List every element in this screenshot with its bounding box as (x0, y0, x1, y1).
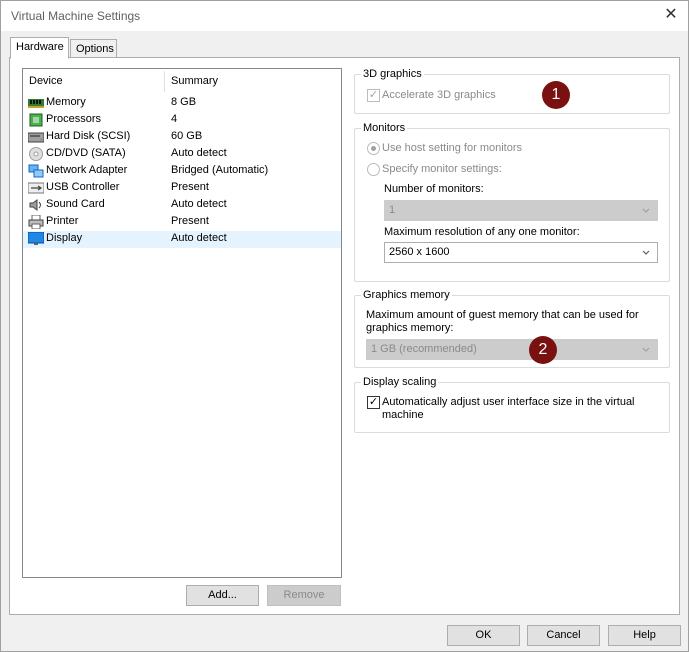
auto-adjust-ui-label-line2: machine (382, 409, 424, 421)
hard-disk-icon (28, 132, 44, 143)
max-resolution-value: 2560 x 1600 (389, 246, 450, 258)
chevron-down-icon (642, 250, 650, 255)
use-host-setting-label: Use host setting for monitors (382, 142, 523, 154)
device-name: Display (46, 232, 83, 244)
memory-icon (28, 99, 44, 108)
group-3d-graphics-title: 3D graphics (361, 68, 424, 80)
device-name: Memory (46, 96, 86, 108)
column-header-device[interactable]: Device (23, 69, 164, 94)
device-row-network-adapter[interactable]: Network Adapter Bridged (Automatic) (23, 163, 341, 180)
device-name: Hard Disk (SCSI) (46, 130, 131, 142)
device-row-memory[interactable]: Memory 8 GB (23, 95, 341, 112)
graphics-memory-value: 1 GB (recommended) (371, 343, 477, 355)
cd-dvd-icon (29, 147, 43, 161)
device-summary: Auto detect (171, 232, 227, 244)
vm-settings-window: Virtual Machine Settings ✕ Hardware Opti… (0, 0, 689, 652)
device-summary: Auto detect (171, 198, 227, 210)
device-name: CD/DVD (SATA) (46, 147, 126, 159)
help-button[interactable]: Help (608, 625, 681, 646)
display-icon (28, 232, 44, 245)
device-summary: 4 (171, 113, 178, 125)
device-row-hard-disk[interactable]: Hard Disk (SCSI) 60 GB (23, 129, 341, 146)
auto-adjust-ui-checkbox[interactable]: ✓ (367, 396, 380, 409)
device-name: Sound Card (46, 198, 105, 210)
close-icon[interactable]: ✕ (662, 6, 680, 24)
group-graphics-memory-title: Graphics memory (361, 289, 452, 301)
processor-icon (29, 113, 43, 127)
graphics-memory-description-line1: Maximum amount of guest memory that can … (366, 309, 639, 321)
group-display-scaling-title: Display scaling (361, 376, 439, 388)
device-summary: Bridged (Automatic) (171, 164, 269, 176)
number-of-monitors-label: Number of monitors: (384, 183, 484, 195)
device-list[interactable]: Device Summary Memory 8 GB Processors 4 (22, 68, 342, 578)
tab-options-label: Options (76, 43, 114, 55)
device-row-processors[interactable]: Processors 4 (23, 112, 341, 129)
printer-icon (28, 215, 44, 229)
max-resolution-label: Maximum resolution of any one monitor: (384, 226, 580, 238)
auto-adjust-ui-label-line1: Automatically adjust user interface size… (382, 396, 635, 408)
device-summary: Present (171, 215, 209, 227)
sound-card-icon (29, 199, 41, 211)
number-of-monitors-select[interactable]: 1 (384, 200, 658, 221)
add-button[interactable]: Add... (186, 585, 259, 606)
max-resolution-select[interactable]: 2560 x 1600 (384, 242, 658, 263)
ok-button[interactable]: OK (447, 625, 520, 646)
column-header-summary[interactable]: Summary (165, 69, 341, 94)
graphics-memory-select[interactable]: 1 GB (recommended) (366, 339, 658, 360)
group-monitors-title: Monitors (361, 122, 408, 134)
annotation-badge-2: 2 (529, 336, 557, 364)
tab-hardware-label: Hardware (16, 41, 64, 53)
device-name: Processors (46, 113, 102, 125)
accelerate-3d-label: Accelerate 3D graphics (382, 89, 496, 101)
title-bar: Virtual Machine Settings ✕ (1, 1, 688, 31)
network-adapter-icon (28, 164, 44, 178)
accelerate-3d-checkbox[interactable]: ✓ (367, 89, 380, 102)
device-summary: Auto detect (171, 147, 227, 159)
device-name: Network Adapter (46, 164, 128, 176)
chevron-down-icon (642, 208, 650, 213)
device-name: USB Controller (46, 181, 120, 193)
cancel-button[interactable]: Cancel (527, 625, 600, 646)
device-name: Printer (46, 215, 79, 227)
use-host-setting-radio[interactable] (367, 142, 380, 155)
number-of-monitors-value: 1 (389, 204, 396, 216)
window-title: Virtual Machine Settings (11, 9, 141, 23)
device-summary: 60 GB (171, 130, 203, 142)
device-list-header: Device Summary (23, 69, 341, 94)
device-row-printer[interactable]: Printer Present (23, 214, 341, 231)
graphics-memory-description-line2: graphics memory: (366, 322, 454, 334)
device-summary: 8 GB (171, 96, 197, 108)
usb-icon (28, 182, 44, 194)
chevron-down-icon (642, 347, 650, 352)
tab-hardware[interactable]: Hardware (10, 37, 69, 59)
annotation-badge-1: 1 (542, 81, 570, 109)
device-summary: Present (171, 181, 209, 193)
device-row-display[interactable]: Display Auto detect (23, 231, 341, 248)
specify-monitor-settings-label: Specify monitor settings: (382, 163, 502, 175)
remove-button[interactable]: Remove (267, 585, 341, 606)
device-row-usb-controller[interactable]: USB Controller Present (23, 180, 341, 197)
tab-options[interactable]: Options (70, 39, 117, 59)
specify-monitor-settings-radio[interactable] (367, 163, 380, 176)
device-row-cd-dvd[interactable]: CD/DVD (SATA) Auto detect (23, 146, 341, 163)
device-row-sound-card[interactable]: Sound Card Auto detect (23, 197, 341, 214)
